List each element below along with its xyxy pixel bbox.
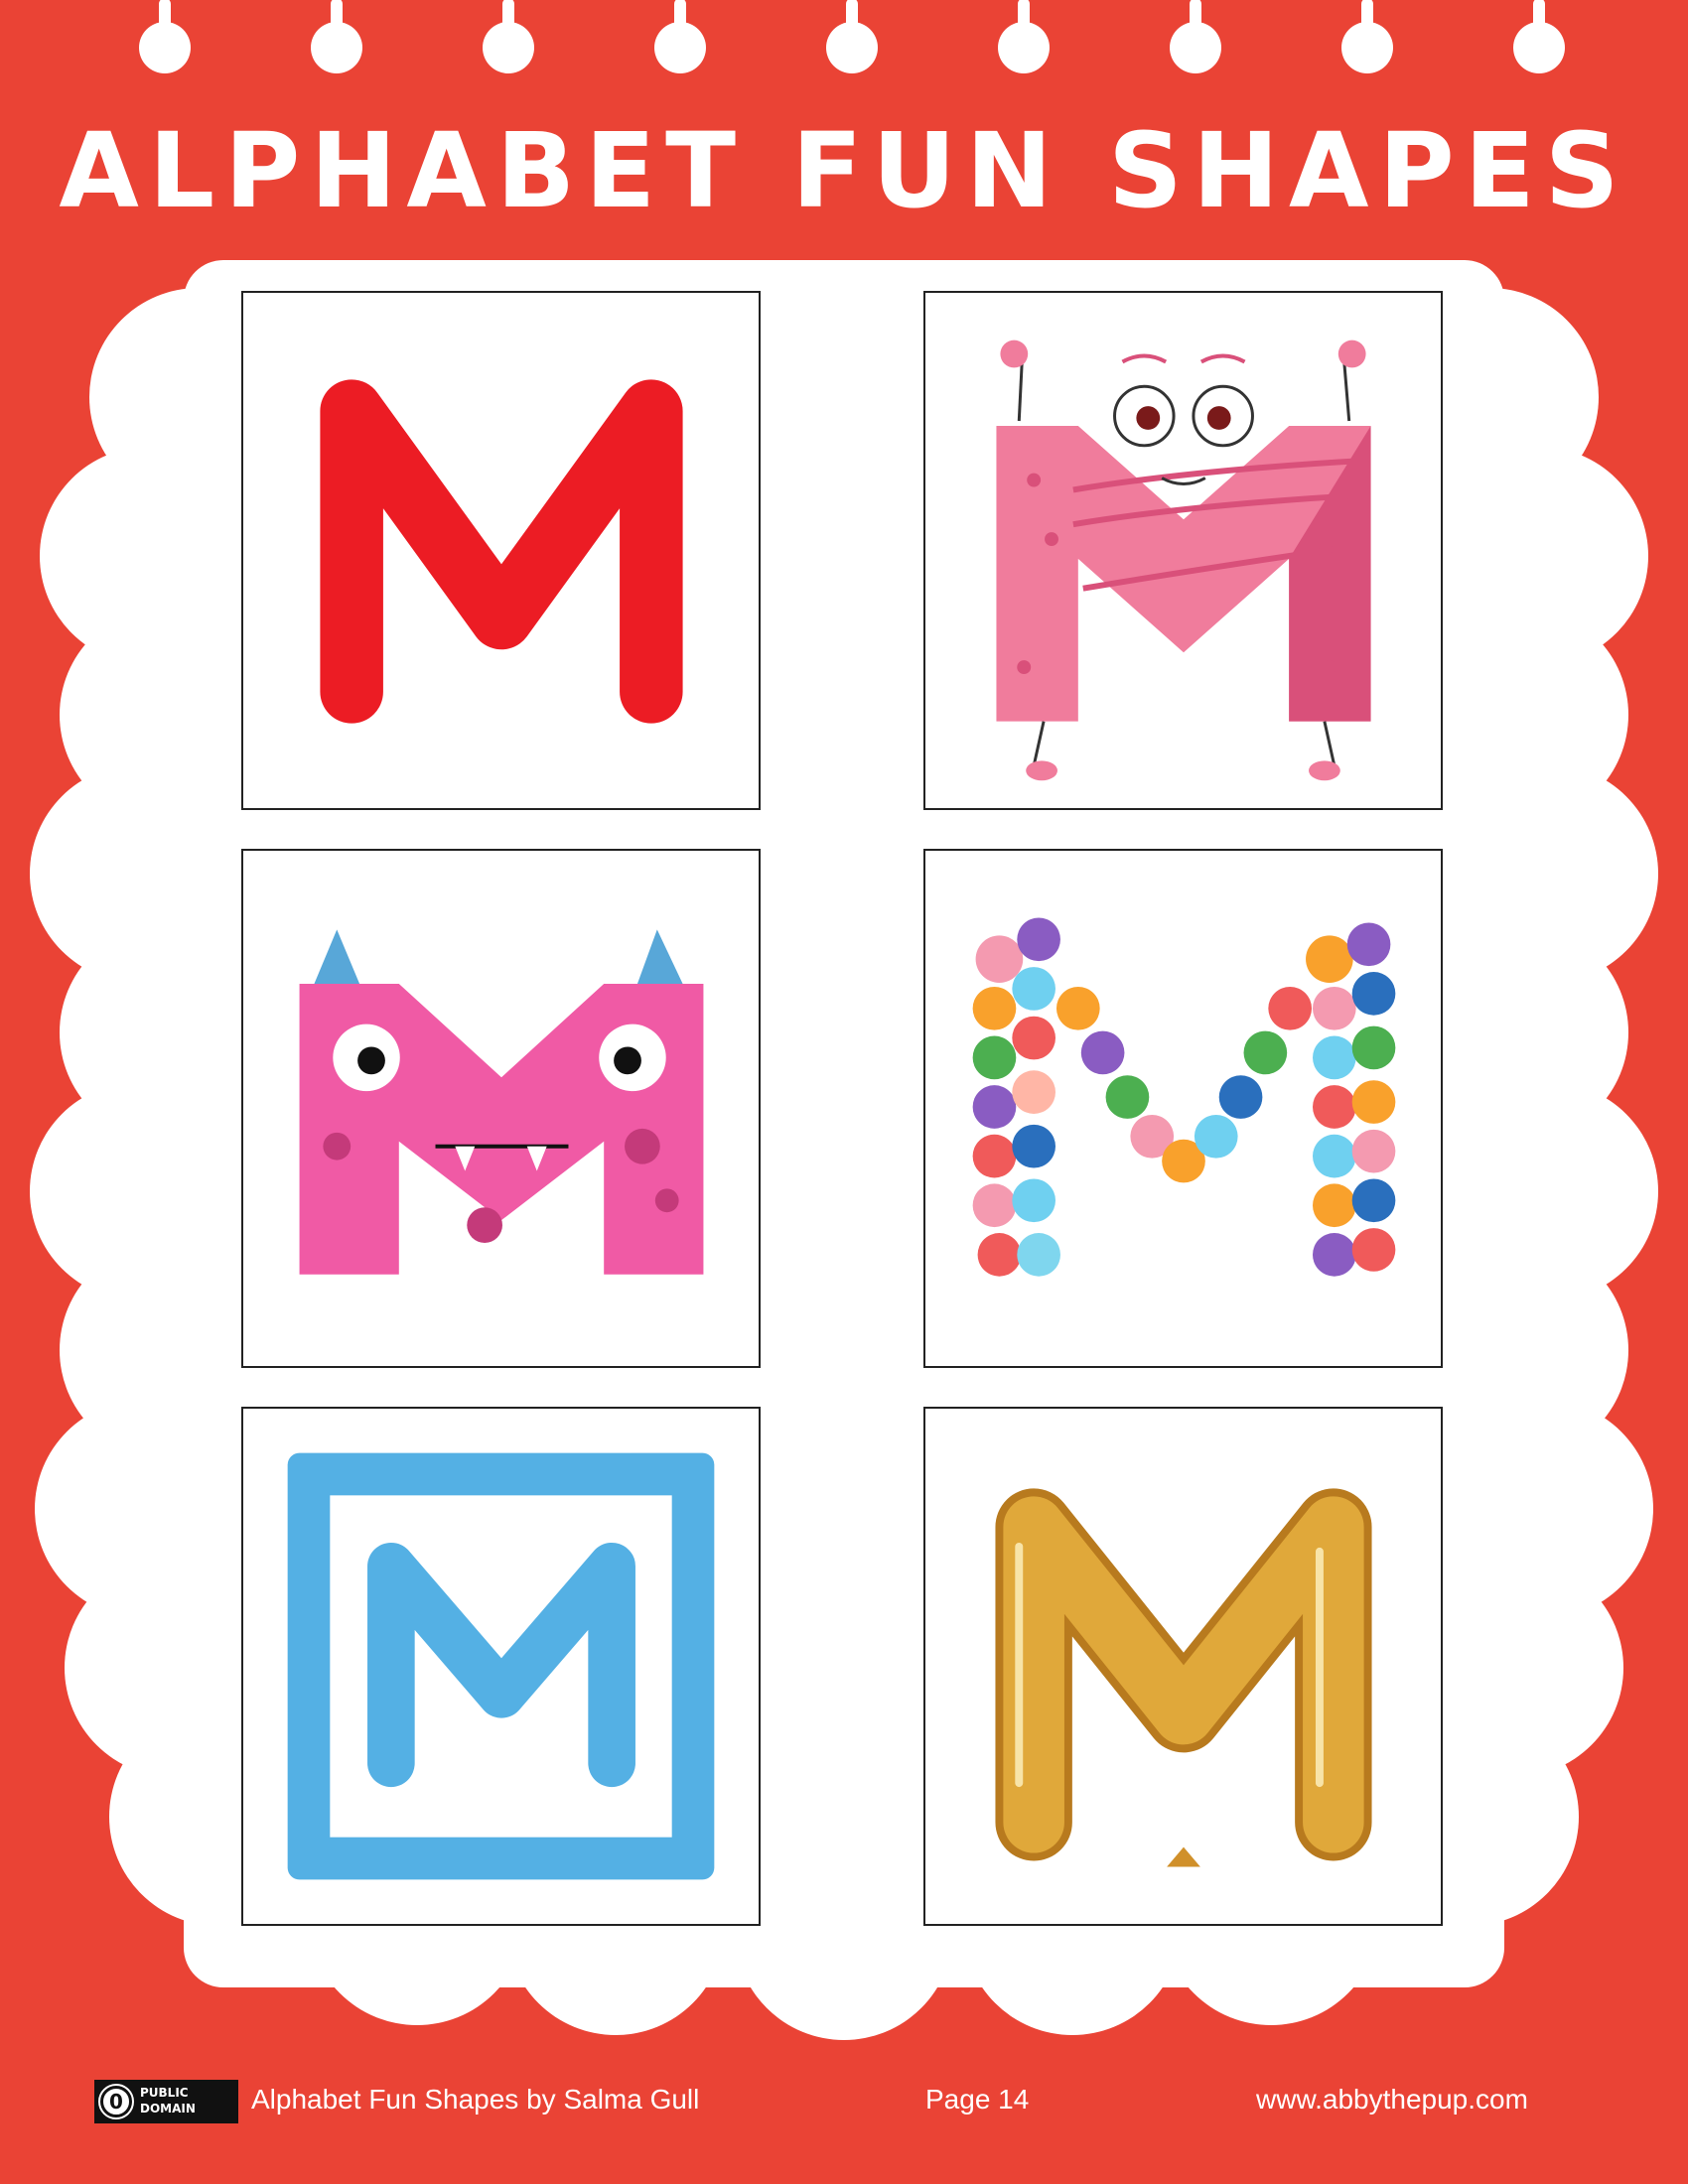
blue-block-m-icon xyxy=(287,1452,715,1880)
page-footer: 0 PUBLIC DOMAIN Alphabet Fun Shapes by S… xyxy=(0,2065,1688,2124)
cc-zero-icon: 0 xyxy=(98,2084,134,2119)
letter-card-monster xyxy=(241,849,761,1368)
credit-text: Alphabet Fun Shapes by Salma Gull xyxy=(251,2084,700,2115)
letter-card-character xyxy=(923,291,1443,810)
pink-monster-m-icon xyxy=(299,929,704,1275)
pink-character-m-icon xyxy=(996,340,1371,781)
page-number: Page 14 xyxy=(925,2084,1030,2115)
public-domain-badge: 0 PUBLIC DOMAIN xyxy=(94,2080,238,2123)
gold-balloon-m-icon xyxy=(995,1488,1372,1867)
letter-card-balloon xyxy=(923,1407,1443,1926)
letter-card-balls xyxy=(923,849,1443,1368)
colorful-balls-m-icon xyxy=(972,917,1396,1277)
website-link[interactable]: www.abbythepup.com xyxy=(1256,2082,1528,2117)
license-label: PUBLIC DOMAIN xyxy=(140,2086,196,2116)
letter-card-block xyxy=(241,1407,761,1926)
red-letter-m-icon xyxy=(320,379,683,724)
worksheet-page: Alphabet Fun Shapes xyxy=(0,0,1688,2184)
letter-card-plain xyxy=(241,291,761,810)
